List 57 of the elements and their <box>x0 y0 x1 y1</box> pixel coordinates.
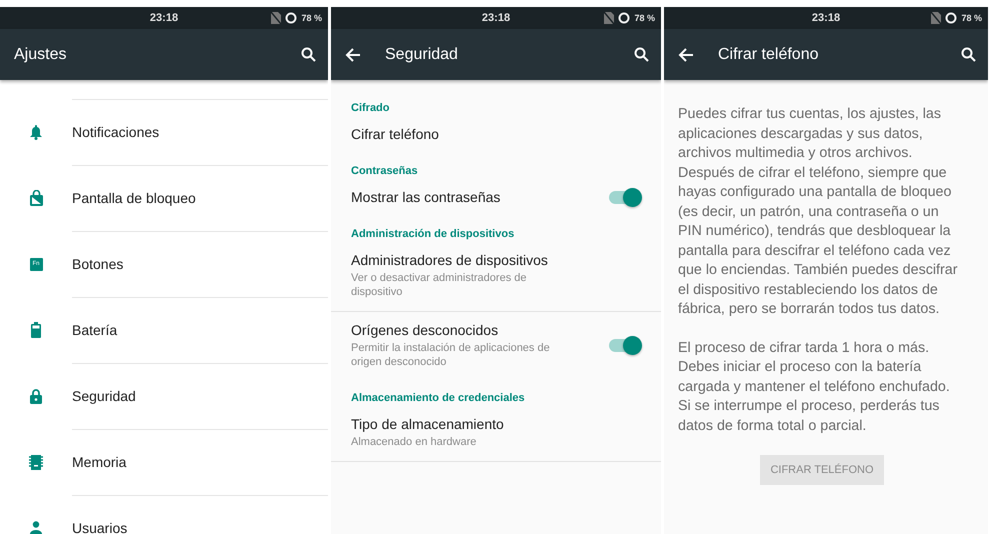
section-header: Administración de dispositivos <box>350 227 516 242</box>
preference-item[interactable]: Mostrar las contraseñas <box>331 179 661 218</box>
section-header: Contraseñas <box>350 164 419 179</box>
ring-icon <box>285 12 298 24</box>
search-button[interactable] <box>961 47 976 62</box>
settings-item[interactable]: Seguridad <box>0 363 328 429</box>
lock-screen-icon <box>30 190 42 206</box>
user-icon <box>30 520 42 534</box>
app-bar-title: Seguridad <box>385 46 458 64</box>
preference-summary: Almacenado en hardware <box>351 435 478 449</box>
preference-title: Tipo de almacenamiento <box>351 416 505 432</box>
status-time: 23:18 <box>812 12 840 24</box>
bell-icon <box>30 124 42 140</box>
search-button[interactable] <box>634 47 649 62</box>
ring-icon <box>618 12 630 24</box>
search-button[interactable] <box>301 47 316 62</box>
status-time: 23:18 <box>150 12 178 24</box>
search-icon <box>961 47 976 62</box>
preference-item[interactable]: Orígenes desconocidos Permitir la instalación de aplicaciones de origen desconocido <box>331 312 661 382</box>
app-bar-title: Cifrar teléfono <box>718 46 818 64</box>
no-sim-icon <box>931 12 942 24</box>
back-arrow-icon <box>678 46 694 62</box>
preference-item[interactable]: Administradores de dispositivos Ver o desactivar administradores de dispositivo <box>331 242 661 312</box>
description-paragraph: El proceso de cifrar tarda 1 hora o más. Debes iniciar el proceso con la batería cargada y mantener el teléfono enchufado. Si se interrumpe el proceso, perderás tus datos de forma total o parcial. <box>678 338 951 436</box>
no-sim-icon <box>604 12 614 24</box>
preference-title: Administradores de dispositivos <box>351 252 549 268</box>
app-bar-title: Ajustes <box>14 46 66 64</box>
description-paragraph: Puedes cifrar tus cuentas, los ajustes, las aplicaciones descargadas y sus datos, archivos multimedia y otros archivos. Después de cifrar el teléfono, siempre que hayas configurado una pantalla de bloqueo (es decir, un patrón, una contraseña o un PIN numérico), tendrás que desbloquear la pantalla para descifrar el teléfono cada vez que lo enciendas. También puedes descifrar el dispositivo restableciendo los datos de fábrica, pero se borrarán todos tus datos. <box>678 105 959 319</box>
preference-title: Cifrar teléfono <box>351 126 440 142</box>
settings-item[interactable]: Memoria <box>0 429 328 495</box>
settings-item[interactable]: Notificaciones <box>0 99 328 165</box>
settings-item[interactable]: Pantalla de bloqueo <box>0 165 328 231</box>
toggle-switch[interactable] <box>609 339 639 352</box>
preference-summary: Permitir la instalación de aplicaciones de origen desconocido <box>351 341 551 369</box>
settings-item[interactable]: Batería <box>0 297 328 363</box>
memory-chip-icon <box>29 454 43 470</box>
back-arrow-icon <box>345 46 361 62</box>
section-header: Almacenamiento de credenciales <box>350 391 526 406</box>
ring-icon <box>945 12 958 24</box>
preference-title: Mostrar las contraseñas <box>351 189 502 205</box>
preference-summary: Ver o desactivar administradores de dispositivo <box>351 271 528 299</box>
preference-title: Orígenes desconocidos <box>351 322 500 338</box>
preference-item[interactable]: Cifrar teléfono <box>331 116 661 155</box>
battery-icon <box>31 322 41 338</box>
back-button[interactable] <box>678 46 694 62</box>
section-header: Cifrado <box>350 101 390 116</box>
back-button[interactable] <box>345 46 361 62</box>
settings-item[interactable]: Usuarios <box>0 495 328 534</box>
no-sim-icon <box>271 12 282 24</box>
battery-level: 78 % <box>301 13 322 23</box>
battery-level: 78 % <box>634 13 655 23</box>
lock-icon <box>30 388 42 404</box>
search-icon <box>301 47 316 62</box>
battery-level: 78 % <box>961 13 982 23</box>
search-icon <box>634 47 649 62</box>
preference-item[interactable]: Tipo de almacenamiento Almacenado en hardware <box>331 406 661 462</box>
status-time: 23:18 <box>482 12 510 24</box>
